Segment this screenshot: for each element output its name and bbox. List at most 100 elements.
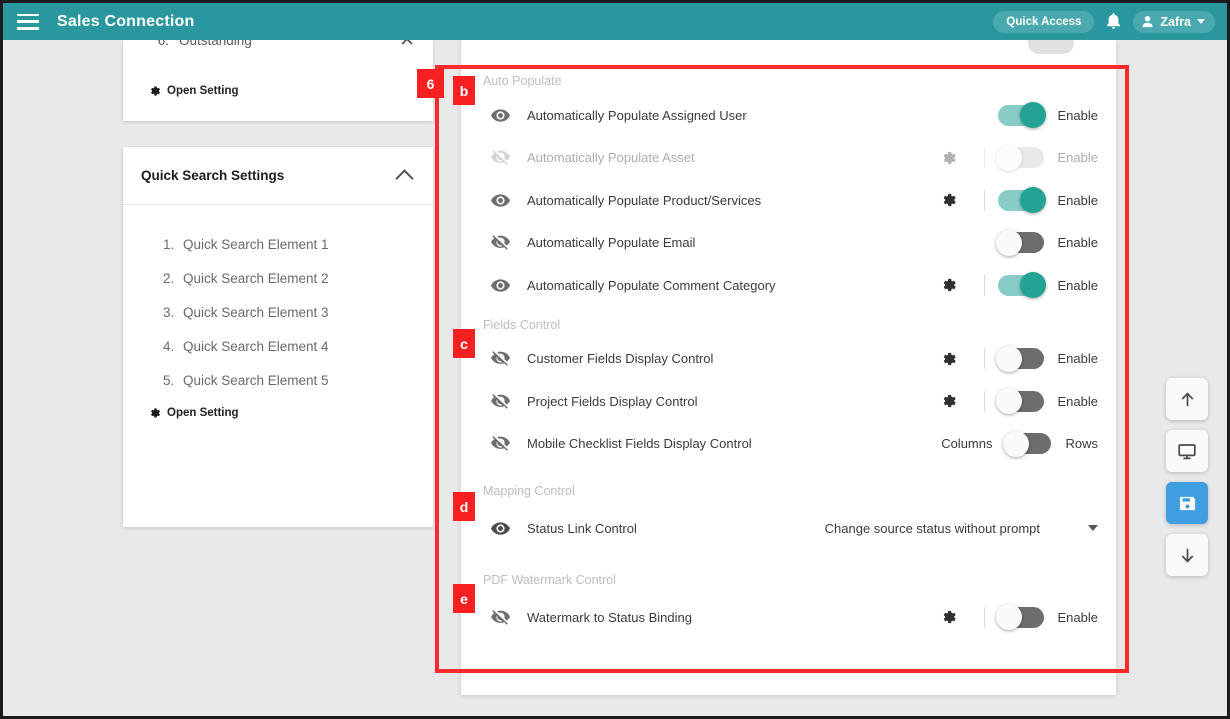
section-title: Mapping Control (483, 484, 575, 498)
quick-search-settings-card: Quick Search Settings 1. Quick Search El… (123, 147, 433, 527)
setting-row-auto-populate-email[interactable]: Automatically Populate Email Enable (461, 222, 1116, 265)
eye-icon[interactable] (491, 109, 513, 122)
divider (983, 274, 985, 296)
setting-row-auto-populate-comment-category[interactable]: Automatically Populate Comment Category … (461, 264, 1116, 307)
setting-control: Enable (926, 272, 1098, 299)
toggle-switch[interactable] (995, 604, 1044, 630)
eye-slash-icon[interactable] (491, 609, 513, 625)
eye-slash-icon[interactable] (491, 393, 513, 409)
toggle-label: Enable (1057, 235, 1098, 251)
setting-label: Watermark to Status Binding (527, 609, 692, 625)
list-item-number: 1. (163, 236, 175, 252)
settings-sections: Auto Populate Automatically Populate Ass… (461, 40, 1116, 641)
section-title: Auto Populate (483, 74, 562, 88)
arrow-down-icon (1178, 546, 1197, 565)
eye-slash-icon[interactable] (491, 436, 513, 451)
setting-label: Automatically Populate Email (527, 235, 696, 251)
eye-slash-icon[interactable] (491, 150, 513, 165)
setting-row-mobile-checklist-fields-display-control[interactable]: Mobile Checklist Fields Display Control … (461, 423, 1116, 466)
gear-icon[interactable] (941, 609, 957, 625)
list-item-label: Quick Search Element 2 (183, 270, 329, 286)
toggle-switch[interactable] (995, 229, 1044, 256)
toggle-switch[interactable] (995, 144, 1044, 171)
list-item[interactable]: 4. Quick Search Element 4 (123, 329, 433, 363)
toggle-label: Rows (1065, 436, 1098, 452)
quick-search-title: Quick Search Settings (141, 168, 285, 183)
notification-bell-icon[interactable] (1105, 12, 1122, 31)
hamburger-menu-icon[interactable] (17, 13, 39, 30)
settings-panel: Auto Populate Automatically Populate Ass… (461, 32, 1116, 695)
annotation-badge-c: c (453, 329, 475, 358)
quick-access-button[interactable]: Quick Access (993, 10, 1095, 33)
setting-row-auto-populate-product-services[interactable]: Automatically Populate Product/Services … (461, 179, 1116, 222)
toggle-label: Enable (1057, 393, 1098, 409)
list-item-number: 2. (163, 270, 175, 286)
quick-search-header[interactable]: Quick Search Settings (123, 147, 433, 205)
list-item[interactable]: 2. Quick Search Element 2 (123, 261, 433, 295)
user-avatar-icon (1141, 15, 1154, 28)
setting-label: Project Fields Display Control (527, 393, 698, 409)
eye-icon[interactable] (491, 279, 513, 292)
toggle-switch[interactable] (995, 388, 1044, 415)
toggle-switch[interactable] (997, 102, 1046, 129)
appbar-actions: Quick Access Zafra (993, 10, 1215, 33)
list-item[interactable]: 3. Quick Search Element 3 (123, 295, 433, 329)
gear-icon[interactable] (941, 351, 957, 367)
setting-control: Enable (952, 229, 1098, 256)
list-item-number: 5. (163, 372, 175, 388)
section-fields-control: Fields Control Customer Fields Display C… (461, 318, 1116, 466)
setting-row-customer-fields-display-control[interactable]: Customer Fields Display Control Enable (461, 338, 1116, 381)
user-menu[interactable]: Zafra (1133, 10, 1215, 33)
gear-icon[interactable] (941, 192, 957, 208)
toggle-switch[interactable] (1003, 430, 1052, 457)
gear-icon[interactable] (941, 277, 957, 293)
setting-row-auto-populate-assigned-user[interactable]: Automatically Populate Assigned User Ena… (461, 94, 1116, 137)
eye-slash-icon[interactable] (491, 235, 513, 250)
toggle-label-left: Columns (941, 436, 993, 452)
list-item[interactable]: 1. Quick Search Element 1 (123, 227, 433, 261)
eye-icon[interactable] (491, 521, 513, 535)
gear-slot (926, 277, 972, 293)
open-setting-button[interactable]: Open Setting (149, 407, 239, 419)
setting-row-project-fields-display-control[interactable]: Project Fields Display Control Enable (461, 380, 1116, 423)
monitor-icon (1177, 442, 1197, 461)
save-button[interactable] (1166, 482, 1208, 524)
scroll-down-button[interactable] (1166, 534, 1208, 576)
gear-icon[interactable] (941, 150, 957, 166)
divider (983, 348, 985, 370)
toggle-label: Enable (1057, 192, 1098, 208)
quick-search-list: 1. Quick Search Element 1 2. Quick Searc… (123, 205, 433, 397)
annotation-badge-b: b (453, 76, 475, 105)
setting-row-auto-populate-asset[interactable]: Automatically Populate Asset Enable (461, 137, 1116, 180)
setting-row-status-link-control[interactable]: Status Link Control Change source status… (461, 504, 1116, 552)
toggle-label: Enable (1057, 609, 1098, 625)
list-item-number: 4. (163, 338, 175, 354)
chevron-up-icon[interactable] (395, 168, 414, 188)
clipped-settings-card: 6. Outstanding ✕ Open Setting (123, 31, 433, 121)
divider (983, 606, 985, 628)
scroll-up-button[interactable] (1166, 378, 1208, 420)
setting-label: Automatically Populate Comment Category (527, 277, 776, 293)
list-item-number: 3. (163, 304, 175, 320)
gear-slot (926, 150, 972, 166)
divider (983, 147, 985, 169)
list-item-label: Quick Search Element 5 (183, 372, 329, 388)
toggle-switch[interactable] (997, 272, 1046, 299)
setting-control: Enable (952, 102, 1098, 129)
list-item[interactable]: 5. Quick Search Element 5 (123, 363, 433, 397)
eye-icon[interactable] (491, 194, 513, 207)
preview-button[interactable] (1166, 430, 1208, 472)
open-setting-button[interactable]: Open Setting (149, 85, 239, 97)
left-column: 6. Outstanding ✕ Open Setting Quick Sear… (123, 31, 433, 527)
eye-slash-icon[interactable] (491, 351, 513, 366)
gear-icon (149, 85, 161, 97)
annotation-badge-step: 6 (417, 69, 444, 98)
status-link-dropdown[interactable]: Change source status without prompt (825, 521, 1098, 536)
toggle-switch[interactable] (997, 187, 1046, 214)
gear-icon[interactable] (941, 393, 957, 409)
toggle-switch[interactable] (995, 345, 1044, 372)
setting-row-watermark-to-status-binding[interactable]: Watermark to Status Binding Enable (461, 593, 1116, 641)
gear-slot (926, 192, 972, 208)
section-mapping-control: Mapping Control Status Link Control Chan… (461, 484, 1116, 552)
setting-label: Status Link Control (527, 520, 637, 536)
